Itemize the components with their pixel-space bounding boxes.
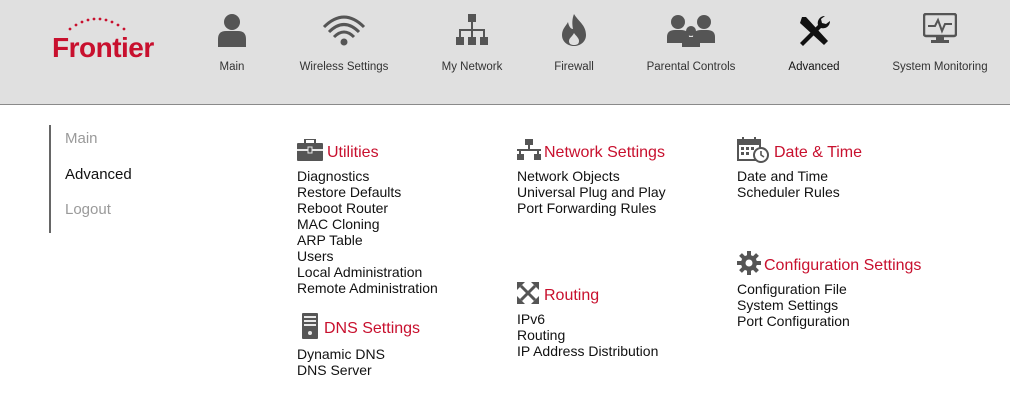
network-tree-icon: [456, 14, 488, 45]
section-configuration-settings: Configuration Settings Configuration Fil…: [737, 251, 987, 329]
toolbox-icon: [297, 139, 323, 161]
nav-label-my-network: My Network: [441, 61, 503, 73]
section-date-time: Date & Time Date and Time Scheduler Rule…: [737, 137, 937, 200]
link-local-administration[interactable]: Local Administration: [297, 264, 438, 280]
flame-icon: [562, 14, 586, 46]
tools-icon: [800, 15, 831, 46]
sidebar-item-advanced[interactable]: Advanced: [65, 166, 132, 183]
link-dynamic-dns[interactable]: Dynamic DNS: [297, 346, 385, 362]
link-ipv6[interactable]: IPv6: [517, 311, 658, 327]
link-scheduler-rules[interactable]: Scheduler Rules: [737, 184, 840, 200]
link-ip-address-distribution[interactable]: IP Address Distribution: [517, 343, 658, 359]
link-routing[interactable]: Routing: [517, 327, 658, 343]
family-icon: [667, 15, 715, 47]
link-diagnostics[interactable]: Diagnostics: [297, 168, 438, 184]
section-title-utilities[interactable]: Utilities: [327, 144, 379, 162]
wifi-icon: [322, 15, 366, 46]
nav-label-main: Main: [219, 61, 245, 73]
section-routing: Routing IPv6 Routing IP Address Distribu…: [517, 281, 717, 359]
link-arp-table[interactable]: ARP Table: [297, 232, 438, 248]
section-title-routing[interactable]: Routing: [544, 287, 599, 305]
routing-arrows-icon: [517, 282, 539, 304]
link-date-and-time[interactable]: Date and Time: [737, 168, 840, 184]
sidebar-item-main[interactable]: Main: [65, 130, 98, 147]
calendar-clock-icon: [737, 137, 769, 163]
server-icon: [302, 313, 318, 339]
sidebar-divider: [49, 125, 51, 233]
link-reboot-router[interactable]: Reboot Router: [297, 200, 438, 216]
section-title-date-time[interactable]: Date & Time: [774, 144, 862, 162]
link-restore-defaults[interactable]: Restore Defaults: [297, 184, 438, 200]
nav-system-monitoring[interactable]: System Monitoring: [884, 0, 996, 104]
nav-label-wireless-settings: Wireless Settings: [299, 61, 389, 73]
nav-label-firewall: Firewall: [554, 61, 594, 73]
link-users[interactable]: Users: [297, 248, 438, 264]
nav-firewall[interactable]: Firewall: [544, 0, 604, 104]
link-port-forwarding-rules[interactable]: Port Forwarding Rules: [517, 200, 666, 216]
frontier-logo[interactable]: Frontier: [50, 16, 168, 66]
section-title-dns-settings[interactable]: DNS Settings: [324, 320, 420, 338]
link-system-settings[interactable]: System Settings: [737, 297, 850, 313]
nav-label-system-monitoring: System Monitoring: [892, 61, 988, 73]
section-title-configuration-settings[interactable]: Configuration Settings: [764, 257, 921, 275]
section-title-network-settings[interactable]: Network Settings: [544, 144, 665, 162]
nav-wireless-settings[interactable]: Wireless Settings: [289, 0, 399, 104]
section-dns-settings: DNS Settings Dynamic DNS DNS Server: [297, 313, 487, 378]
sidebar-item-logout[interactable]: Logout: [65, 201, 111, 218]
link-port-configuration[interactable]: Port Configuration: [737, 313, 850, 329]
link-dns-server[interactable]: DNS Server: [297, 362, 385, 378]
link-remote-administration[interactable]: Remote Administration: [297, 280, 438, 296]
user-icon: [218, 14, 246, 47]
network-icon: [517, 139, 541, 160]
section-utilities: Utilities Diagnostics Restore Defaults R…: [297, 138, 487, 296]
link-mac-cloning[interactable]: MAC Cloning: [297, 216, 438, 232]
nav-main[interactable]: Main: [202, 0, 262, 104]
nav-label-parental-controls: Parental Controls: [646, 61, 736, 73]
monitor-icon: [923, 13, 957, 43]
link-network-objects[interactable]: Network Objects: [517, 168, 666, 184]
gear-icon: [737, 251, 761, 275]
top-navigation-bar: Frontier Main Wireless Settings My Netwo…: [0, 0, 1010, 105]
link-configuration-file[interactable]: Configuration File: [737, 281, 850, 297]
link-universal-plug-and-play[interactable]: Universal Plug and Play: [517, 184, 666, 200]
nav-label-advanced: Advanced: [788, 61, 840, 73]
nav-advanced[interactable]: Advanced: [779, 0, 849, 104]
section-network-settings: Network Settings Network Objects Univers…: [517, 138, 717, 216]
logo-wordmark: Frontier: [52, 32, 154, 63]
nav-my-network[interactable]: My Network: [432, 0, 512, 104]
nav-parental-controls[interactable]: Parental Controls: [639, 0, 743, 104]
